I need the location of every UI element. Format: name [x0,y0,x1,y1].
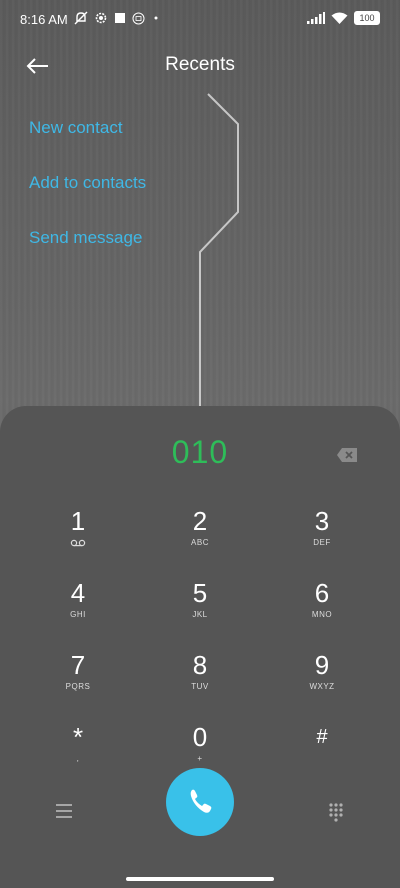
add-to-contacts-link[interactable]: Add to contacts [29,171,146,226]
backspace-icon [337,448,357,462]
key-8[interactable]: 8 TUV [150,650,250,710]
key-digit: 7 [70,650,86,680]
header: Recents [0,46,400,86]
key-letters: PQRS [65,682,91,691]
key-letters: + [197,754,203,763]
key-digit: 1 [70,506,86,536]
status-time: 8:16 AM [20,12,68,27]
key-digit: # [316,726,328,748]
key-digit: 0 [192,722,208,752]
key-letters: WXYZ [309,682,335,691]
key-digit: 2 [192,506,208,536]
key-digit: * [72,722,84,752]
call-button[interactable] [166,768,234,836]
dialpad-icon [329,803,343,822]
new-contact-link[interactable]: New contact [29,116,146,171]
backspace-button[interactable] [336,447,358,463]
hamburger-icon [56,804,72,818]
key-digit: 8 [192,650,208,680]
key-star[interactable]: * , [28,722,128,782]
status-left-icons [74,11,161,25]
key-letters: GHI [70,610,86,619]
key-2[interactable]: 2 ABC [150,506,250,566]
home-indicator[interactable] [126,877,274,881]
key-digit: 6 [314,578,330,608]
status-right-icons: 100 [307,11,380,25]
key-hash[interactable]: # [272,722,372,782]
key-letters: JKL [192,610,208,619]
phone-icon [190,789,212,813]
voicemail-icon [70,539,86,547]
key-digit: 9 [314,650,330,680]
battery-icon: 100 [354,11,380,25]
signal-icon [307,12,325,24]
key-9[interactable]: 9 WXYZ [272,650,372,710]
key-digit: 3 [314,506,330,536]
menu-button[interactable] [54,803,74,819]
key-1[interactable]: 1 [28,506,128,566]
wifi-icon [331,12,348,24]
key-letters: DEF [313,538,331,547]
status-bar: 8:16 AM 100 [0,0,400,40]
dialpad-toggle-button[interactable] [328,802,344,822]
square-icon [115,13,125,23]
mute-icon [74,11,88,25]
key-letters: MNO [311,610,333,619]
key-5[interactable]: 5 JKL [150,578,250,638]
key-digit: 4 [70,578,86,608]
key-3[interactable]: 3 DEF [272,506,372,566]
key-letters: , [76,754,80,763]
key-letters: TUV [191,682,209,691]
key-digit: 5 [192,578,208,608]
settings-icon [95,12,107,24]
key-letters: ABC [191,538,209,547]
dot-icon [154,16,158,20]
contact-actions: New contact Add to contacts Send message [29,116,146,281]
mi-icon [132,12,145,24]
send-message-link[interactable]: Send message [29,226,146,281]
key-4[interactable]: 4 GHI [28,578,128,638]
key-6[interactable]: 6 MNO [272,578,372,638]
key-7[interactable]: 7 PQRS [28,650,128,710]
page-title: Recents [165,54,235,75]
